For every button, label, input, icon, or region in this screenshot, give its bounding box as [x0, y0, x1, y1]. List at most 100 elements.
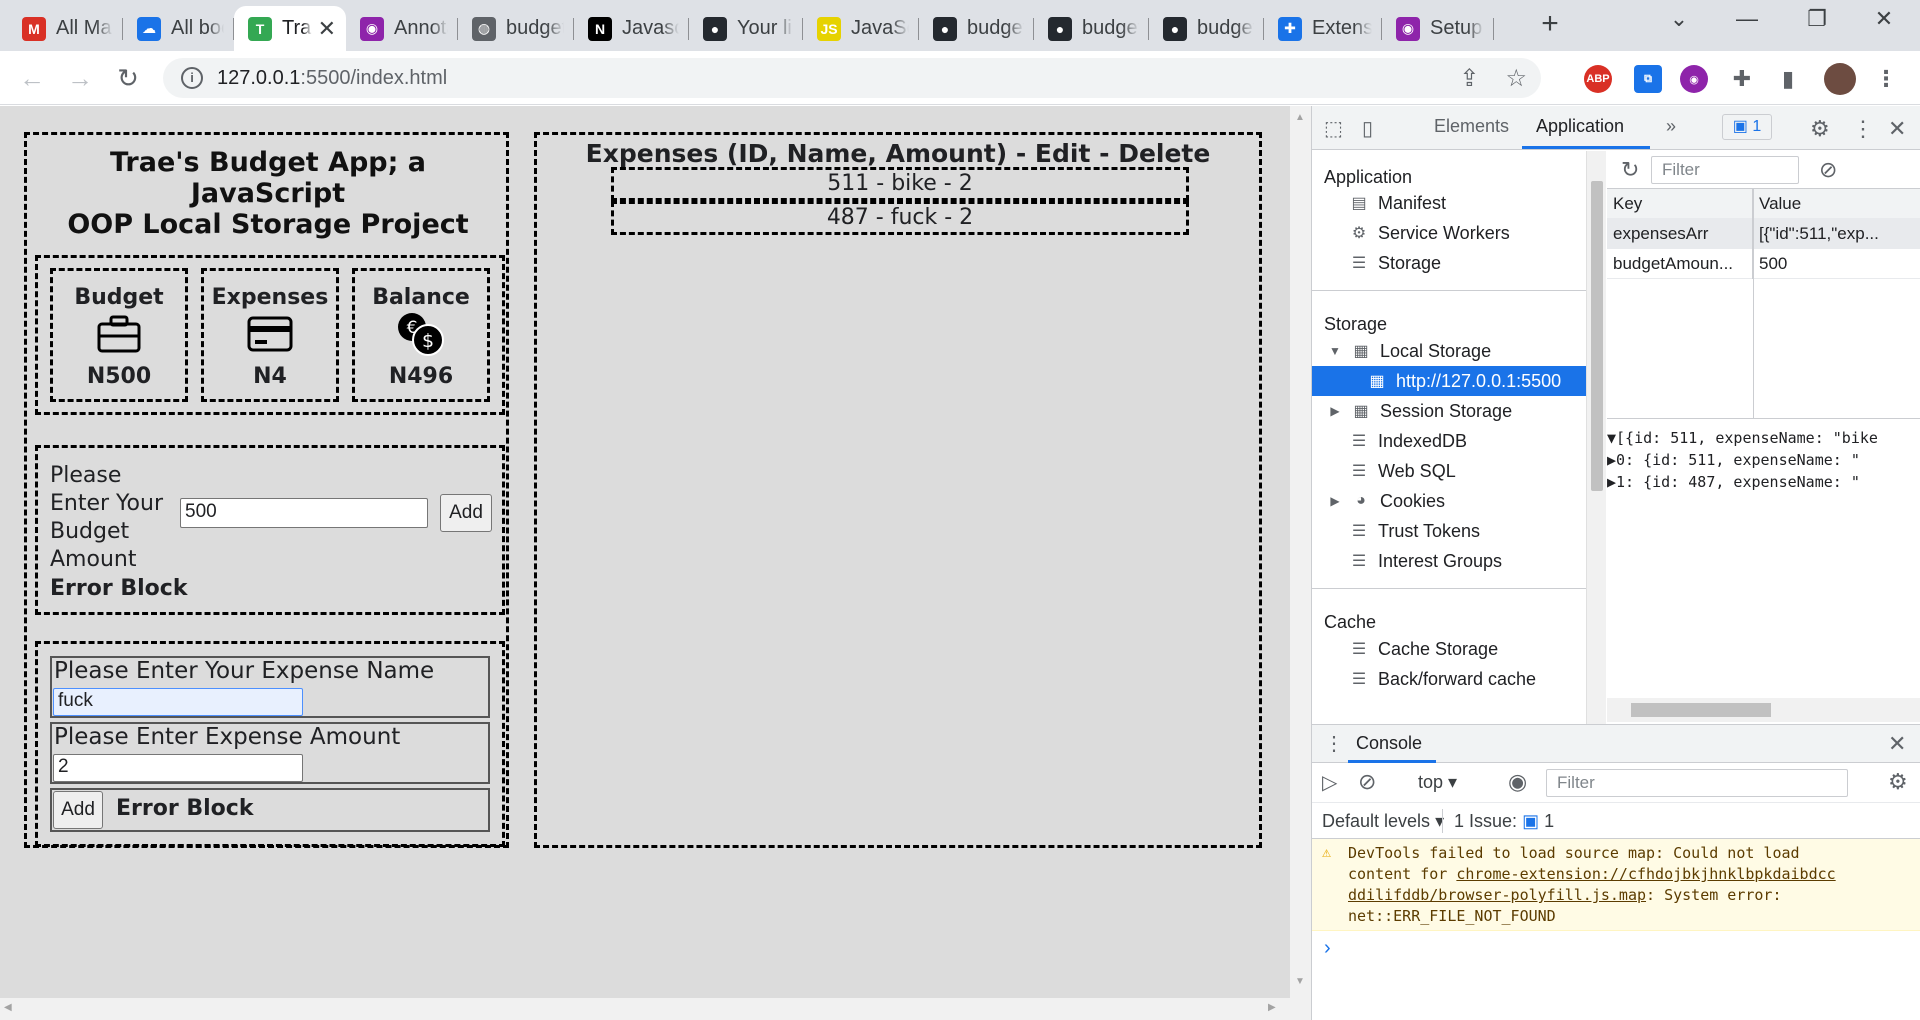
coins-icon: € $: [355, 310, 487, 358]
sidebar-item-service-workers[interactable]: ⚙ Service Workers: [1348, 218, 1510, 248]
tab-application[interactable]: Application: [1536, 116, 1624, 137]
close-drawer-icon[interactable]: ✕: [1888, 731, 1906, 757]
storage-filter-input[interactable]: Filter: [1651, 156, 1799, 184]
browser-tab[interactable]: N Javascr: [574, 6, 689, 51]
expense-list-item[interactable]: 511 - bike - 2: [611, 167, 1189, 201]
tab-search-chevron-icon[interactable]: ⌄: [1659, 6, 1699, 32]
console-filter-input[interactable]: Filter: [1546, 769, 1848, 797]
expense-list-item[interactable]: 487 - fuck - 2: [611, 201, 1189, 235]
devtools-menu-icon[interactable]: ⋮: [1852, 116, 1874, 142]
browser-tab[interactable]: JS JavaSc: [803, 6, 919, 51]
issues-badge[interactable]: ▣ 1: [1722, 114, 1772, 140]
browser-tab[interactable]: ● Your lis: [689, 6, 803, 51]
scroll-up-icon[interactable]: ▲: [1295, 112, 1305, 123]
default-levels-dropdown[interactable]: Default levels ▾: [1322, 811, 1444, 832]
sidebar-toggle-icon[interactable]: ▷: [1322, 770, 1337, 795]
preview-line[interactable]: ▶0: {id: 511, expenseName: ": [1607, 449, 1920, 471]
sidebar-item-cookies[interactable]: ▶ ◕ Cookies: [1328, 486, 1445, 516]
add-expense-button[interactable]: Add: [53, 791, 103, 829]
close-window-icon[interactable]: ✕: [1864, 6, 1904, 32]
browser-tab[interactable]: ◍ budget: [458, 6, 574, 51]
table-row[interactable]: expensesArr [{"id":511,"exp...: [1607, 219, 1920, 249]
reload-icon[interactable]: ↻: [110, 60, 146, 96]
tab-console[interactable]: Console: [1356, 733, 1422, 754]
browser-tab[interactable]: ● budget: [1034, 6, 1149, 51]
forward-icon[interactable]: →: [62, 60, 98, 96]
budget-input[interactable]: 500: [180, 498, 428, 528]
context-selector[interactable]: top ▾: [1418, 772, 1457, 793]
console-settings-gear-icon[interactable]: ⚙: [1888, 769, 1908, 795]
clear-console-icon[interactable]: ⊘: [1358, 769, 1376, 795]
preview-line[interactable]: ▼[{id: 511, expenseName: "bike: [1607, 427, 1920, 449]
sidebar-item-indexeddb[interactable]: ☰ IndexedDB: [1348, 426, 1467, 456]
sidebar-item-cache-storage[interactable]: ☰ Cache Storage: [1348, 634, 1498, 664]
preview-scroll-thumb[interactable]: [1631, 703, 1771, 717]
budget-card-label: Budget: [74, 285, 164, 310]
tab-elements[interactable]: Elements: [1434, 116, 1509, 137]
sidebar-scroll-thumb[interactable]: [1591, 181, 1603, 491]
key-column-header[interactable]: Key: [1607, 189, 1753, 219]
back-icon[interactable]: ←: [14, 60, 50, 96]
menu-kebab-icon[interactable]: ⋮: [1872, 65, 1900, 93]
extension-copy-icon[interactable]: ⧉: [1634, 65, 1662, 93]
sidebar-item-interest-groups[interactable]: ☰ Interest Groups: [1348, 546, 1502, 576]
issues-counter[interactable]: 1 Issue: ▣ 1: [1454, 811, 1554, 832]
expense-name-input[interactable]: fuck: [53, 688, 303, 716]
page-horizontal-scrollbar[interactable]: ◀ ▶: [0, 998, 1290, 1020]
console-prompt[interactable]: ›: [1324, 937, 1331, 960]
sidebar-item-storage[interactable]: ☰ Storage: [1348, 248, 1441, 278]
sidebar-item-trust-tokens[interactable]: ☰ Trust Tokens: [1348, 516, 1480, 546]
share-icon[interactable]: ⇪: [1459, 64, 1479, 93]
close-tab-icon[interactable]: ✕: [318, 16, 336, 42]
sidebar-scrollbar[interactable]: [1586, 151, 1606, 724]
preview-line[interactable]: ▶1: {id: 487, expenseName: ": [1607, 471, 1920, 493]
bookmark-star-icon[interactable]: ☆: [1505, 64, 1527, 93]
sidebar-item-manifest[interactable]: ▤ Manifest: [1348, 188, 1446, 218]
more-tabs-icon[interactable]: »: [1666, 116, 1676, 137]
expense-amount-input[interactable]: 2: [53, 754, 303, 782]
database-icon: ☰: [1351, 671, 1367, 688]
browser-tab[interactable]: ● budget: [1149, 6, 1264, 51]
scroll-left-icon[interactable]: ◀: [4, 1002, 12, 1013]
add-budget-button[interactable]: Add: [440, 494, 492, 532]
profile-avatar[interactable]: [1824, 63, 1856, 95]
annotate-extension-icon[interactable]: ◉: [1680, 65, 1708, 93]
sidebar-item-local-origin[interactable]: ▦ http://127.0.0.1:5500: [1312, 366, 1586, 396]
inspect-element-icon[interactable]: ⬚: [1324, 116, 1343, 141]
extensions-puzzle-icon[interactable]: ✚: [1728, 65, 1756, 93]
browser-tab[interactable]: M All Mai: [8, 6, 123, 51]
sidebar-item-bfcache[interactable]: ☰ Back/forward cache: [1348, 664, 1536, 694]
side-panel-icon[interactable]: ▮: [1774, 65, 1802, 93]
sidebar-item-session-storage[interactable]: ▶ ▦ Session Storage: [1328, 396, 1512, 426]
refresh-icon[interactable]: ↻: [1621, 157, 1639, 183]
browser-tab[interactable]: T Tra ✕: [234, 6, 346, 51]
value-column-header[interactable]: Value: [1753, 189, 1920, 219]
restore-icon[interactable]: ❐: [1797, 6, 1837, 32]
new-tab-button[interactable]: +: [1533, 8, 1567, 42]
device-toolbar-icon[interactable]: ▯: [1362, 116, 1373, 141]
address-bar[interactable]: i 127.0.0.1:5500/index.html ⇪ ☆: [163, 58, 1541, 98]
scroll-down-icon[interactable]: ▼: [1295, 976, 1305, 987]
page-vertical-scrollbar[interactable]: ▲ ▼: [1290, 106, 1311, 1020]
scroll-right-icon[interactable]: ▶: [1268, 1002, 1276, 1013]
adblock-icon[interactable]: ABP: [1584, 65, 1612, 93]
table-row[interactable]: budgetAmoun... 500: [1607, 249, 1920, 279]
clear-all-icon[interactable]: ⊘: [1819, 157, 1837, 183]
close-devtools-icon[interactable]: ✕: [1888, 116, 1906, 142]
source-map-link-cont[interactable]: ddilifddb/browser-polyfill.js.map: [1348, 886, 1646, 904]
preview-scrollbar[interactable]: [1607, 698, 1920, 722]
settings-gear-icon[interactable]: ⚙: [1810, 116, 1830, 142]
browser-tab[interactable]: ◉ Annota: [346, 6, 458, 51]
sidebar-item-web-sql[interactable]: ☰ Web SQL: [1348, 456, 1456, 486]
source-map-link[interactable]: chrome-extension://cfhdojbkjhnklbpkdaibd…: [1456, 865, 1835, 883]
browser-tab[interactable]: ◉ Setup: [1382, 6, 1494, 51]
levels-divider: [1442, 809, 1443, 833]
sidebar-item-local-storage[interactable]: ▼ ▦ Local Storage: [1328, 336, 1491, 366]
eye-icon[interactable]: ◉: [1508, 769, 1527, 795]
browser-tab[interactable]: ✚ Extensi: [1264, 6, 1382, 51]
drawer-menu-icon[interactable]: ⋮: [1324, 731, 1344, 756]
browser-tab[interactable]: ● budget: [919, 6, 1034, 51]
browser-tab[interactable]: ☁ All boo: [123, 6, 234, 51]
site-info-icon[interactable]: i: [181, 67, 203, 89]
minimize-icon[interactable]: —: [1727, 6, 1767, 32]
